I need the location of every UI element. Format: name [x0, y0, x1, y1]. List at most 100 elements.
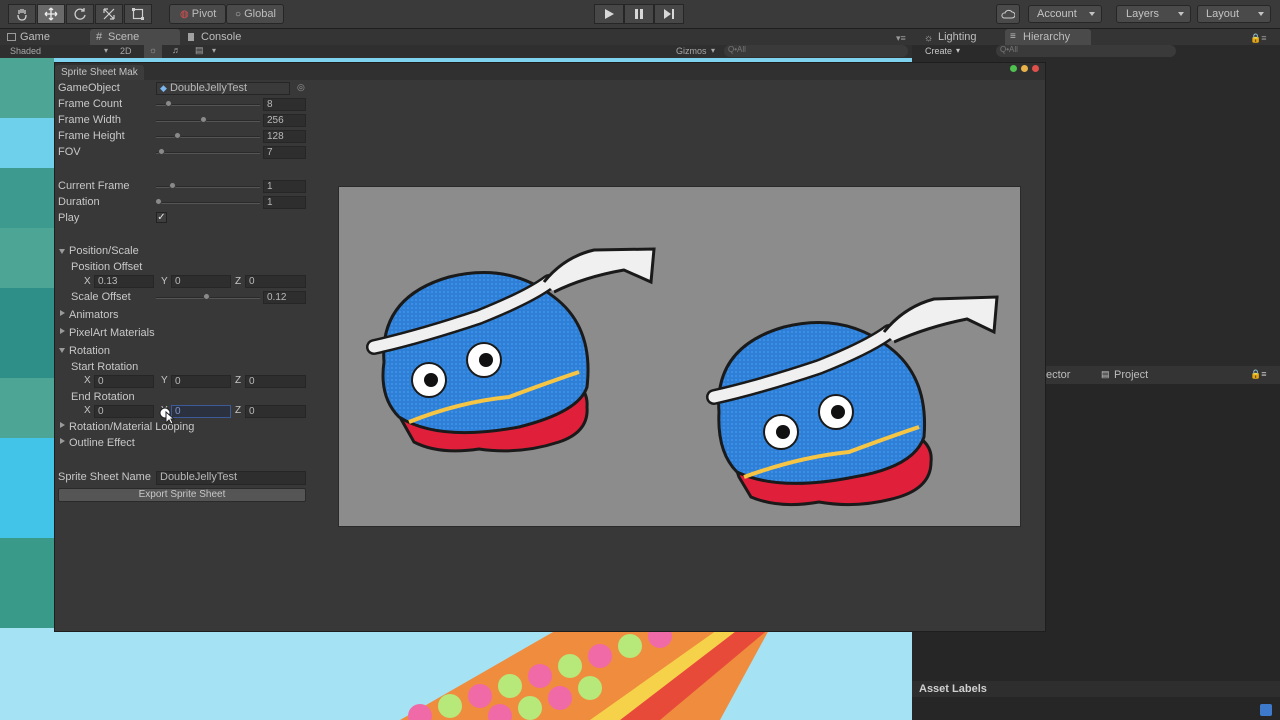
play-icon — [605, 9, 614, 19]
fov-slider-handle[interactable] — [158, 148, 165, 155]
frame-width-label: Frame Width — [58, 114, 121, 126]
foldout-closed-icon[interactable] — [60, 310, 65, 316]
tab-menu-icon[interactable]: ▾≡ — [896, 33, 906, 44]
start-x-label: X — [84, 375, 91, 386]
foldout-open-icon[interactable] — [59, 348, 65, 353]
close-icon[interactable] — [1032, 65, 1039, 72]
frame-count-label: Frame Count — [58, 98, 123, 110]
create-dropdown[interactable]: Create — [925, 46, 952, 56]
maximize-icon[interactable] — [1010, 65, 1017, 72]
pause-button[interactable] — [624, 4, 654, 24]
pivot-toggle[interactable]: ◍ Pivot — [169, 4, 226, 24]
end-y-field[interactable]: 0 — [171, 405, 231, 418]
fov-field[interactable]: 7 — [263, 146, 306, 159]
object-picker-icon[interactable]: ◎ — [297, 82, 305, 93]
2d-toggle[interactable]: 2D — [120, 46, 132, 56]
frame-height-slider[interactable] — [156, 136, 260, 138]
cloud-icon — [1001, 9, 1016, 19]
frame-width-slider-handle[interactable] — [200, 116, 207, 123]
lighting-toggle-icon[interactable]: ☼ — [144, 45, 162, 58]
pos-y-field[interactable]: 0 — [171, 275, 231, 288]
rect-tool-icon[interactable] — [124, 4, 152, 24]
tab-project[interactable]: Project — [1114, 369, 1148, 381]
foldout-open-icon[interactable] — [59, 249, 65, 254]
duration-slider[interactable] — [156, 202, 260, 204]
list-icon: ≡ — [1010, 31, 1016, 42]
step-button[interactable] — [654, 4, 684, 24]
lock-icon[interactable]: 🔒≡ — [1250, 369, 1266, 380]
duration-field[interactable]: 1 — [263, 196, 306, 209]
rotate-tool-icon[interactable] — [66, 4, 94, 24]
sprite-sheet-name-field[interactable]: DoubleJellyTest — [156, 471, 306, 485]
chevron-down-icon — [1089, 12, 1095, 16]
effects-toggle-icon[interactable]: ▤ — [195, 45, 204, 56]
tag-icon[interactable] — [1260, 704, 1272, 716]
start-y-field[interactable]: 0 — [171, 375, 231, 388]
gameobject-field[interactable]: ◆ DoubleJellyTest — [156, 82, 290, 95]
outline-effect-foldout[interactable]: Outline Effect — [69, 437, 135, 449]
tab-game[interactable]: Game — [2, 29, 82, 45]
grid-icon: # — [96, 31, 103, 43]
audio-toggle-icon[interactable]: ♬ — [172, 45, 181, 55]
end-z-field[interactable]: 0 — [245, 405, 306, 418]
start-y-label: Y — [161, 375, 168, 386]
layers-dropdown[interactable]: Layers — [1116, 5, 1191, 23]
shaded-dropdown[interactable]: Shaded — [10, 46, 41, 56]
start-x-field[interactable]: 0 — [94, 375, 154, 388]
scale-tool-icon[interactable] — [95, 4, 123, 24]
window-tab[interactable]: Sprite Sheet Mak — [55, 65, 144, 80]
foldout-closed-icon[interactable] — [60, 328, 65, 334]
rotation-foldout[interactable]: Rotation — [69, 345, 110, 357]
end-x-field[interactable]: 0 — [94, 405, 154, 418]
frame-width-slider[interactable] — [156, 120, 260, 122]
current-frame-slider-handle[interactable] — [169, 182, 176, 189]
move-tool-icon[interactable] — [37, 4, 65, 24]
play-button[interactable] — [594, 4, 624, 24]
pos-x-field[interactable]: 0.13 — [94, 275, 154, 288]
scale-offset-field[interactable]: 0.12 — [263, 291, 306, 304]
play-checkbox[interactable]: ✓ — [156, 212, 167, 223]
foldout-closed-icon[interactable] — [60, 438, 65, 444]
minimize-icon[interactable] — [1021, 65, 1028, 72]
tab-console[interactable]: Console — [183, 29, 273, 45]
pause-icon — [635, 9, 643, 19]
end-x-label: X — [84, 405, 91, 416]
cloud-button[interactable] — [996, 4, 1020, 24]
position-scale-foldout[interactable]: Position/Scale — [69, 245, 139, 257]
gizmos-dropdown[interactable]: Gizmos — [676, 46, 707, 56]
start-z-field[interactable]: 0 — [245, 375, 306, 388]
pos-z-field[interactable]: 0 — [245, 275, 306, 288]
scene-search-input[interactable]: Q•All — [724, 45, 908, 57]
hierarchy-search-input[interactable]: Q•All — [996, 45, 1176, 57]
game-icon — [7, 33, 16, 41]
fov-slider[interactable] — [156, 152, 260, 154]
layout-dropdown[interactable]: Layout — [1197, 5, 1271, 23]
animators-foldout[interactable]: Animators — [69, 309, 119, 321]
account-dropdown[interactable]: Account — [1028, 5, 1102, 23]
frame-height-field[interactable]: 128 — [263, 130, 306, 143]
layers-label: Layers — [1126, 8, 1160, 20]
tab-lighting[interactable]: ☼ Lighting — [920, 29, 1002, 45]
frame-width-field[interactable]: 256 — [263, 114, 306, 127]
pos-y-label: Y — [161, 276, 168, 287]
frame-height-slider-handle[interactable] — [174, 132, 181, 139]
tab-scene[interactable]: # Scene — [90, 29, 180, 45]
tab-hierarchy[interactable]: ≡ Hierarchy — [1005, 29, 1091, 45]
pivot-icon: ◍ — [180, 9, 189, 20]
frame-count-slider-handle[interactable] — [165, 100, 172, 107]
pixelart-materials-foldout[interactable]: PixelArt Materials — [69, 327, 155, 339]
scale-offset-slider-handle[interactable] — [203, 293, 210, 300]
lock-icon[interactable]: 🔒≡ — [1250, 33, 1266, 44]
duration-slider-handle[interactable] — [155, 198, 162, 205]
tab-inspector[interactable]: ector — [1046, 369, 1070, 381]
global-toggle[interactable]: ○ Global — [226, 4, 284, 24]
rotation-material-looping-foldout[interactable]: Rotation/Material Looping — [69, 421, 194, 433]
hand-tool-icon[interactable] — [8, 4, 36, 24]
jelly-sprite-2 — [706, 295, 999, 507]
export-sprite-sheet-button[interactable]: Export Sprite Sheet — [58, 488, 306, 502]
current-frame-field[interactable]: 1 — [263, 180, 306, 193]
foldout-closed-icon[interactable] — [60, 422, 65, 428]
pos-z-label: Z — [235, 276, 242, 287]
scene-toolbar: Shaded ▾ 2D ☼ ♬ ▤ ▾ Gizmos ▾ Q•All — [0, 45, 912, 58]
frame-count-field[interactable]: 8 — [263, 98, 306, 111]
